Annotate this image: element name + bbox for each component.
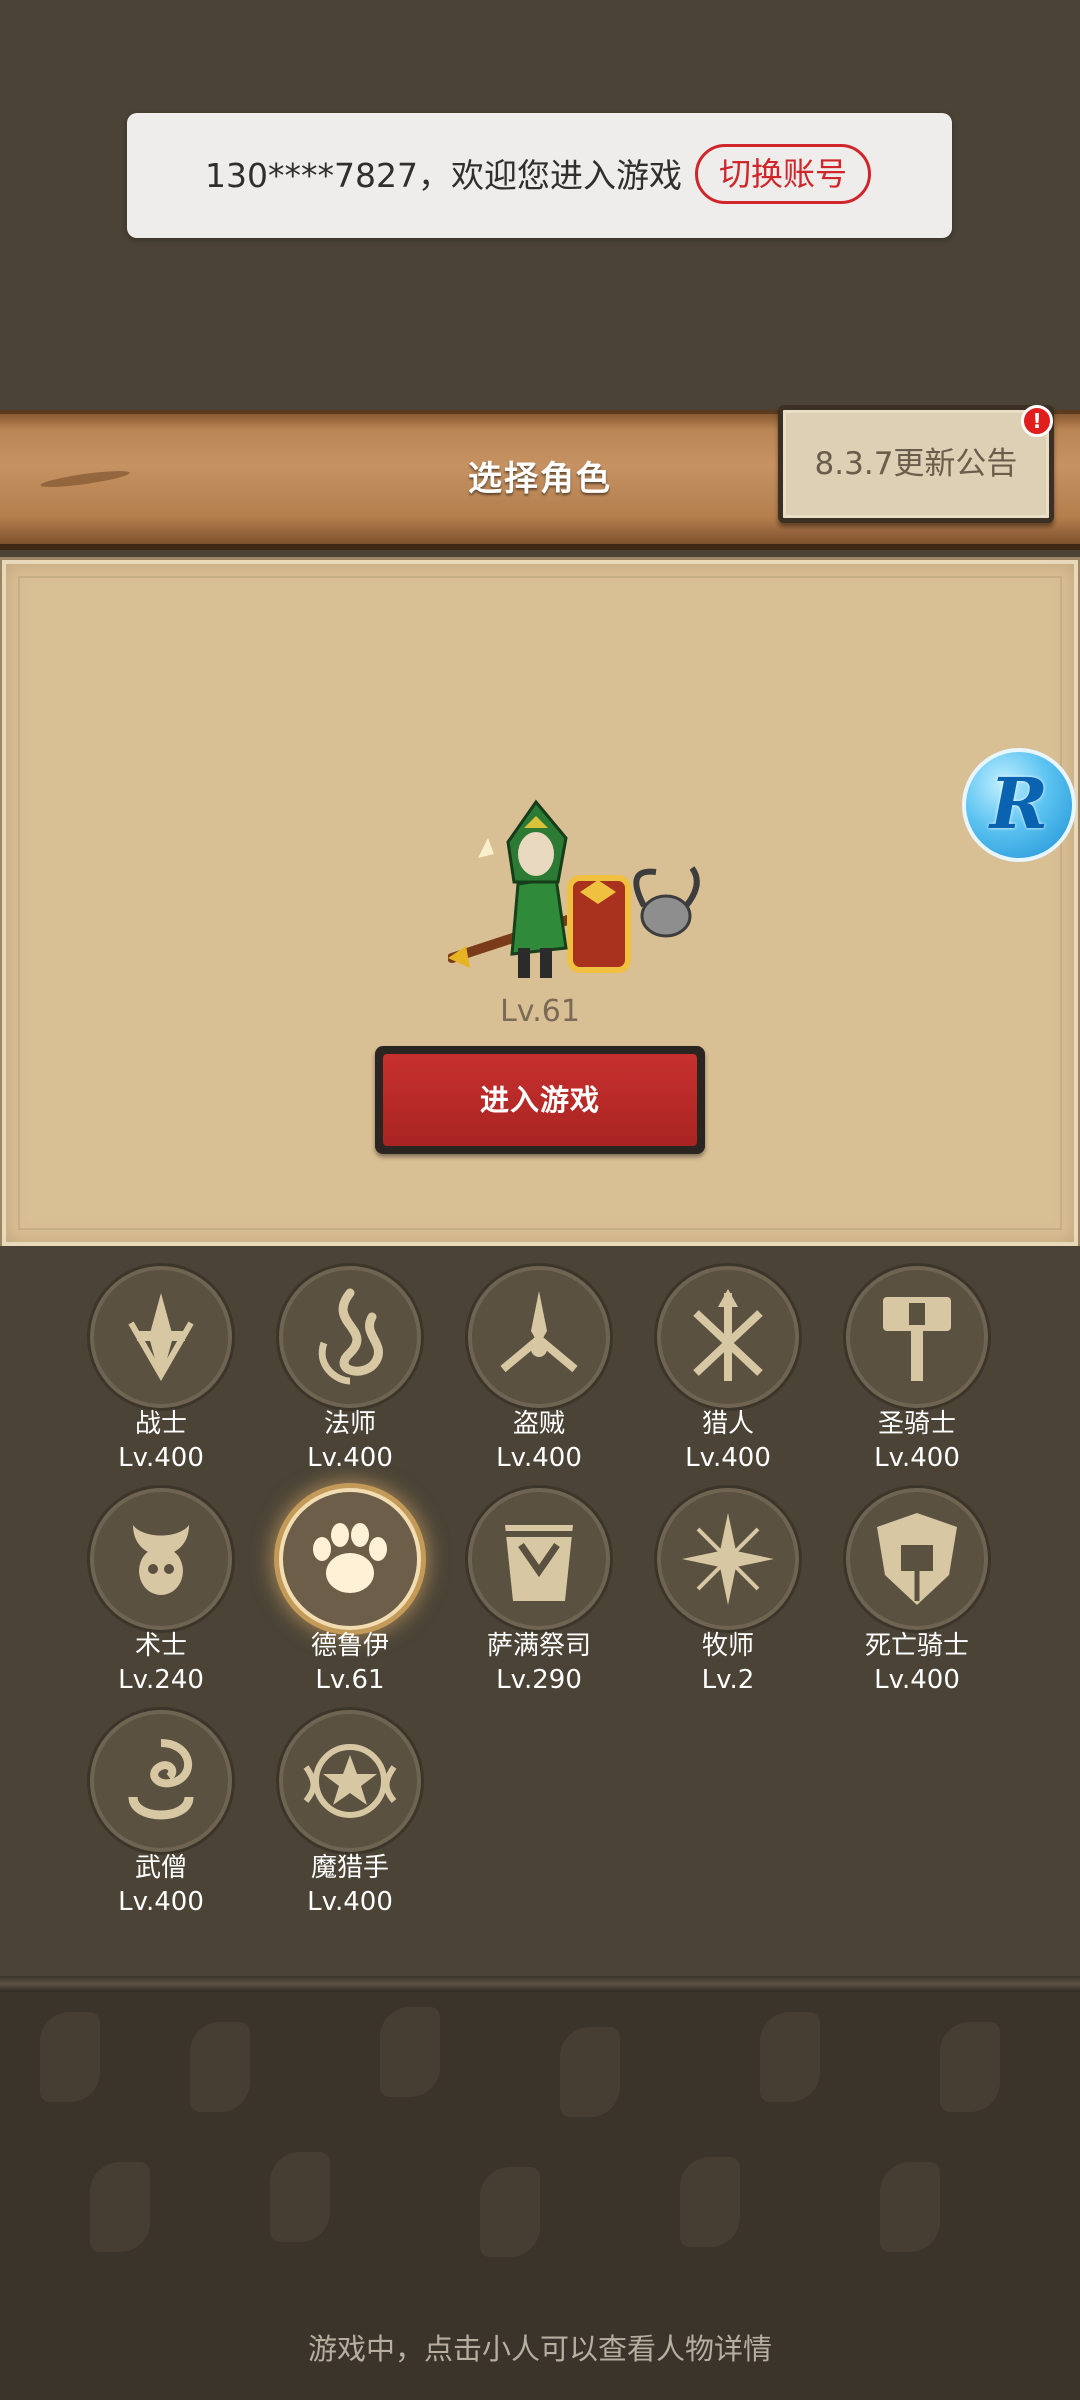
welcome-toast: 130****7827，欢迎您进入游戏 切换账号 bbox=[127, 113, 952, 238]
floating-r-button[interactable]: R bbox=[962, 748, 1076, 862]
death-knight-helm-icon bbox=[846, 1488, 988, 1630]
character-sprite[interactable] bbox=[448, 798, 708, 998]
class-name: 牧师 bbox=[701, 1631, 754, 1661]
class-level: Lv.400 bbox=[307, 1887, 393, 1917]
decorative-pattern bbox=[380, 2007, 440, 2097]
class-item[interactable]: 萨满祭司 Lv.290 bbox=[444, 1470, 634, 1695]
footer-hint: 游戏中，点击小人可以查看人物详情 bbox=[307, 2332, 772, 2366]
notice-alert-badge: ! bbox=[1021, 405, 1053, 437]
class-name: 魔猎手 bbox=[310, 1853, 389, 1883]
class-item[interactable]: 圣骑士 Lv.400 bbox=[822, 1248, 1012, 1473]
decorative-pattern bbox=[480, 2167, 540, 2257]
switch-account-button[interactable]: 切换账号 bbox=[695, 144, 871, 204]
class-name: 德鲁伊 bbox=[310, 1631, 389, 1661]
enter-game-label: 进入游戏 bbox=[383, 1054, 697, 1146]
class-level: Lv.2 bbox=[701, 1665, 755, 1695]
class-level: Lv.400 bbox=[118, 1887, 204, 1917]
class-item[interactable]: 战士 Lv.400 bbox=[66, 1248, 256, 1473]
decorative-pattern bbox=[880, 2162, 940, 2252]
decorative-pattern bbox=[190, 2022, 250, 2112]
class-item[interactable]: 牧师 Lv.2 bbox=[633, 1470, 823, 1695]
character-level: Lv.61 bbox=[500, 994, 580, 1029]
class-name: 猎人 bbox=[701, 1409, 754, 1439]
divider bbox=[0, 1976, 1080, 1992]
class-name: 术士 bbox=[134, 1631, 187, 1661]
decorative-pattern bbox=[680, 2157, 740, 2247]
welcome-message: 130****7827，欢迎您进入游戏 bbox=[205, 156, 682, 195]
mage-flame-icon bbox=[279, 1266, 421, 1408]
class-item[interactable]: 德鲁伊 Lv.61 bbox=[255, 1470, 445, 1695]
decorative-pattern bbox=[40, 2012, 100, 2102]
class-item[interactable]: 猎人 Lv.400 bbox=[633, 1248, 823, 1473]
monk-swirl-icon bbox=[90, 1710, 232, 1852]
class-item[interactable]: 魔猎手 Lv.400 bbox=[255, 1692, 445, 1917]
class-item[interactable]: 术士 Lv.240 bbox=[66, 1470, 256, 1695]
class-name: 萨满祭司 bbox=[486, 1631, 591, 1661]
class-level: Lv.400 bbox=[874, 1665, 960, 1695]
shaman-totem-icon bbox=[468, 1488, 610, 1630]
demon-hunter-star-icon bbox=[279, 1710, 421, 1852]
class-name: 圣骑士 bbox=[877, 1409, 956, 1439]
class-item[interactable]: 法师 Lv.400 bbox=[255, 1248, 445, 1473]
enter-game-button[interactable]: 进入游戏 bbox=[375, 1046, 705, 1154]
decorative-pattern bbox=[90, 2162, 150, 2252]
class-name: 法师 bbox=[323, 1409, 376, 1439]
class-name: 盗贼 bbox=[512, 1409, 565, 1439]
warrior-sword-icon bbox=[90, 1266, 232, 1408]
decorative-pattern bbox=[940, 2022, 1000, 2112]
class-item[interactable]: 盗贼 Lv.400 bbox=[444, 1248, 634, 1473]
class-item[interactable]: 武僧 Lv.400 bbox=[66, 1692, 256, 1917]
class-name: 战士 bbox=[134, 1409, 187, 1439]
decorative-pattern bbox=[270, 2152, 330, 2242]
decorative-pattern bbox=[760, 2012, 820, 2102]
hunter-arrows-icon bbox=[657, 1266, 799, 1408]
priest-star-icon bbox=[657, 1488, 799, 1630]
druid-paw-icon bbox=[279, 1488, 421, 1630]
rogue-daggers-icon bbox=[468, 1266, 610, 1408]
class-level: Lv.290 bbox=[496, 1665, 582, 1695]
warlock-skull-icon bbox=[90, 1488, 232, 1630]
decorative-pattern bbox=[560, 2027, 620, 2117]
class-name: 死亡骑士 bbox=[864, 1631, 969, 1661]
class-item[interactable]: 死亡骑士 Lv.400 bbox=[822, 1470, 1012, 1695]
update-notice-button[interactable]: 8.3.7更新公告 bbox=[778, 405, 1054, 523]
paladin-hammer-icon bbox=[846, 1266, 988, 1408]
class-name: 武僧 bbox=[134, 1853, 187, 1883]
